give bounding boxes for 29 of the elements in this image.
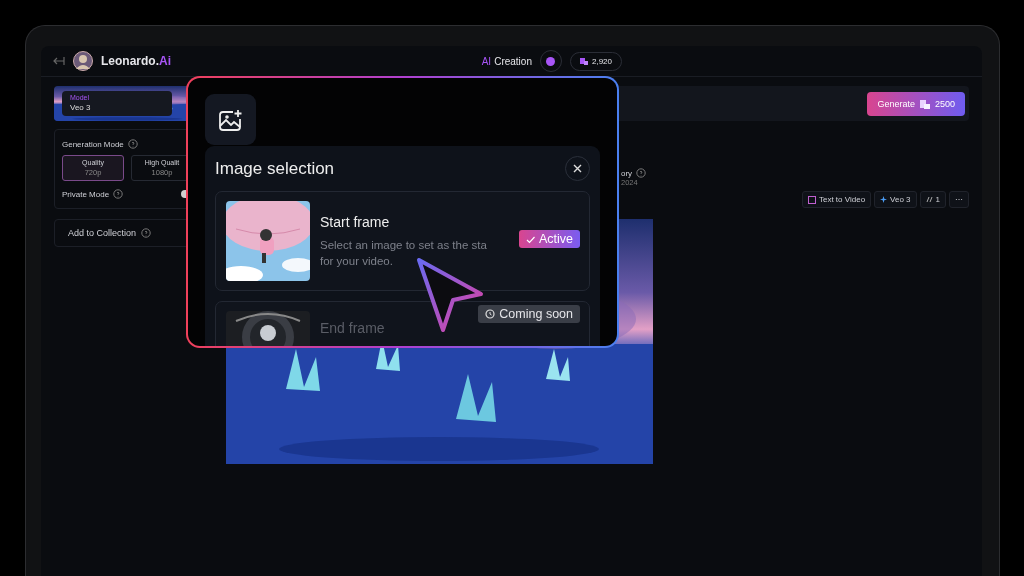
section-label: Generation Mode	[62, 139, 124, 149]
token-icon	[546, 56, 556, 66]
add-image-button[interactable]	[205, 94, 256, 145]
close-icon	[573, 164, 582, 173]
dialog-title: Image selection	[215, 158, 335, 179]
logo-text: Ai	[159, 54, 171, 68]
mode-label: AI	[481, 55, 492, 67]
tag-chip[interactable]: 1	[919, 191, 946, 208]
tag-chip[interactable]: Veo 3	[874, 191, 917, 208]
video-icon	[807, 195, 816, 204]
dimensions-icon	[925, 196, 933, 203]
coins-icon	[579, 57, 588, 65]
back-icon[interactable]	[53, 56, 65, 66]
coins-icon	[919, 98, 930, 109]
info-icon	[141, 228, 152, 238]
tag-chip[interactable]: Text to Video	[801, 191, 872, 208]
logo-text: Leonardo.	[101, 54, 159, 68]
model-value: Veo 3	[70, 103, 92, 112]
avatar	[73, 51, 93, 71]
info-icon	[636, 168, 647, 178]
sparkle-icon	[880, 196, 888, 203]
info-icon	[127, 139, 138, 149]
add-image-icon	[218, 108, 243, 131]
generate-button[interactable]: Generate 2500	[867, 91, 965, 116]
history-title: ory	[621, 168, 633, 178]
info-icon	[113, 189, 124, 199]
setting-label: Private Mode	[62, 189, 110, 199]
more-button[interactable]: ⋯	[949, 191, 969, 208]
mode-label: Creation	[494, 55, 532, 67]
